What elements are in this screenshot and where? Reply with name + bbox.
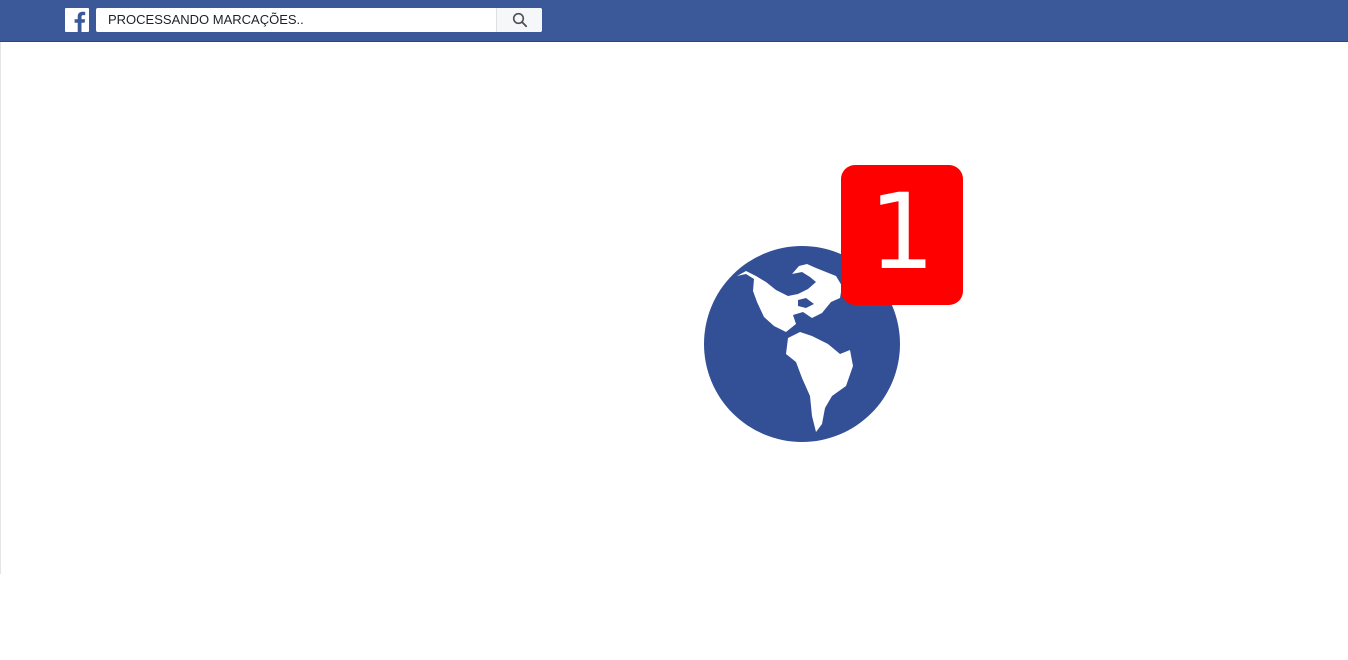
search-field[interactable]: PROCESSANDO MARCAÇÕES.. <box>96 8 542 32</box>
main-content <box>0 42 1348 574</box>
search-input-value[interactable]: PROCESSANDO MARCAÇÕES.. <box>108 8 304 32</box>
notification-count: 1 <box>868 171 936 293</box>
top-navigation-bar: PROCESSANDO MARCAÇÕES.. <box>0 0 1348 42</box>
search-icon <box>512 12 527 28</box>
facebook-logo-icon[interactable] <box>65 8 89 32</box>
notification-badge[interactable]: 1 <box>841 165 963 305</box>
search-button[interactable] <box>496 8 542 32</box>
